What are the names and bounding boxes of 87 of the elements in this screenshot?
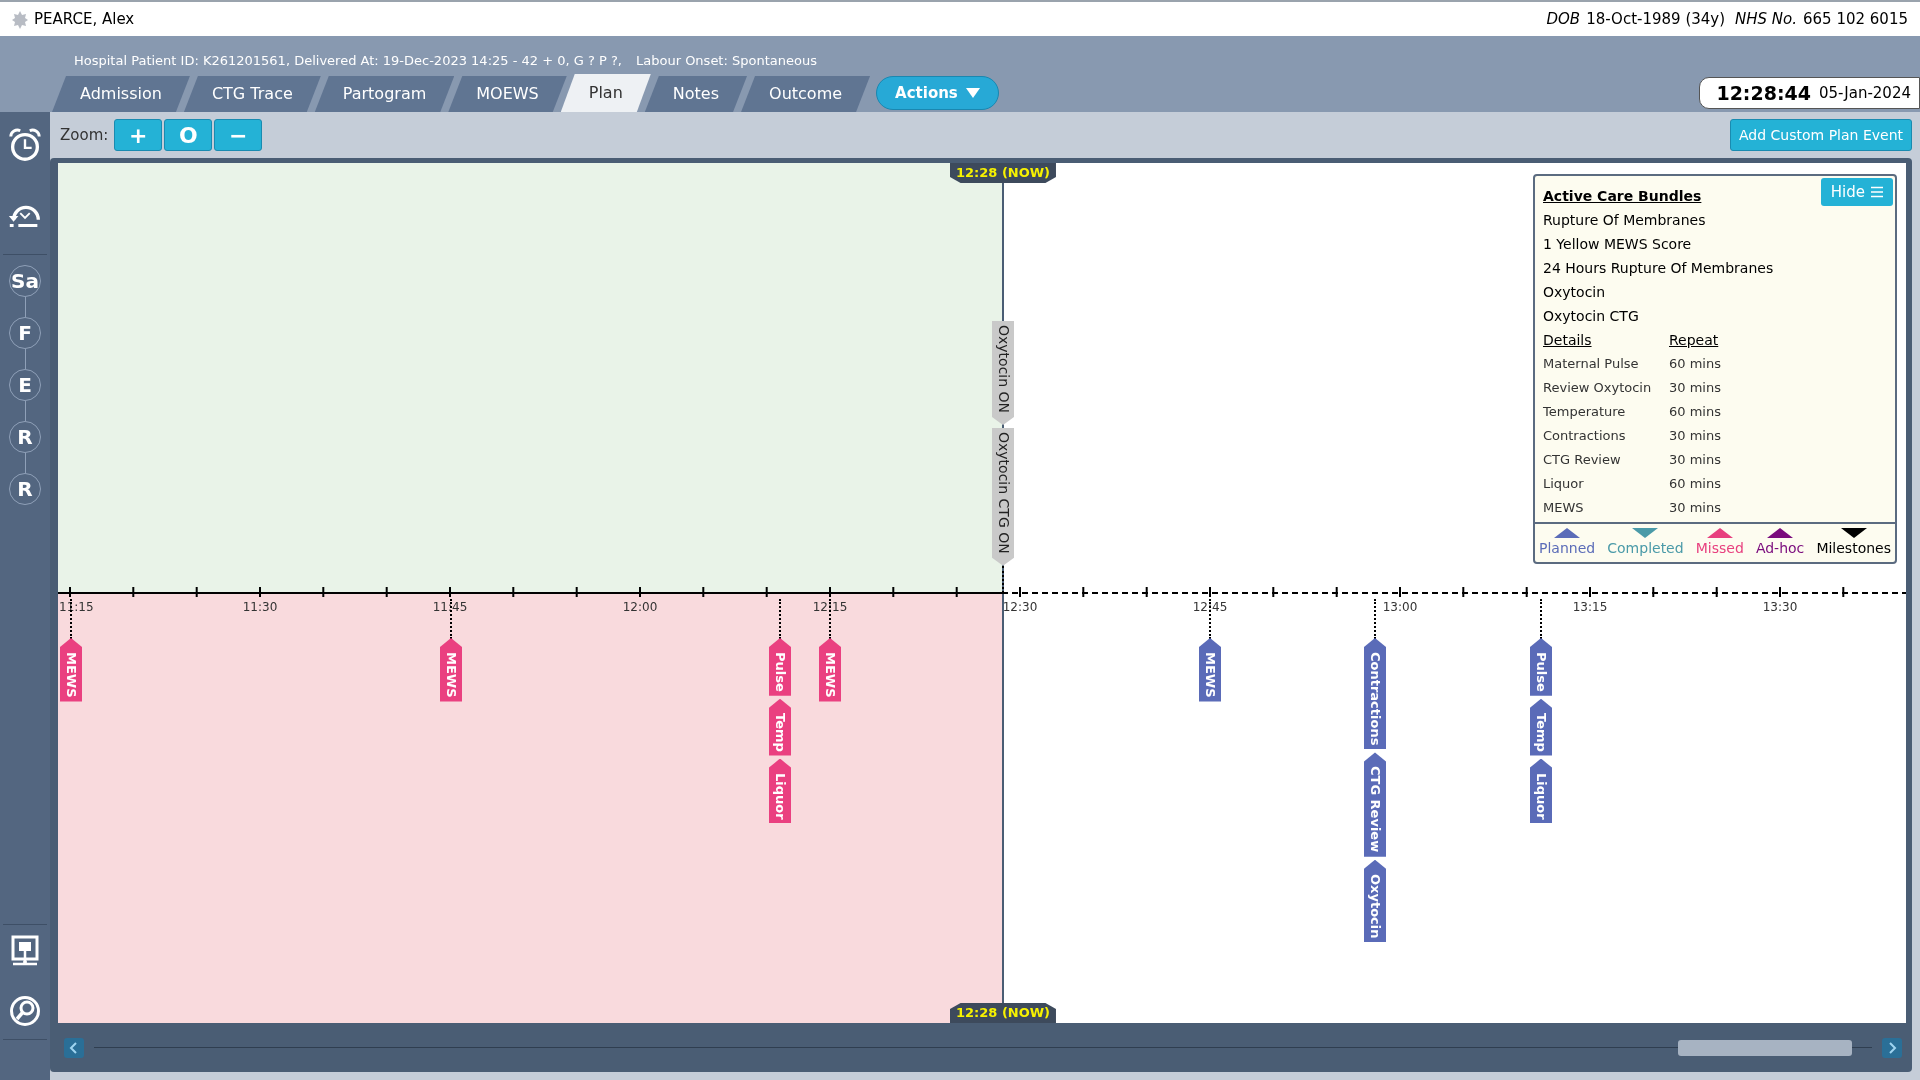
event-tag: MEWS xyxy=(1199,638,1221,702)
tick-label: 12:15 xyxy=(812,601,848,613)
hide-button[interactable]: Hide xyxy=(1820,178,1893,206)
actions-button[interactable]: Actions xyxy=(876,76,999,110)
repeat-interval: 60 mins xyxy=(1669,403,1721,421)
tab[interactable]: Plan xyxy=(560,74,651,112)
repeat-interval: 30 mins xyxy=(1669,379,1721,397)
panel-title: Active Care Bundles xyxy=(1543,187,1702,206)
caret-icon xyxy=(965,88,980,98)
milestone-tag: Oxytocin CTG ON xyxy=(992,428,1014,566)
scroll-track[interactable] xyxy=(94,1039,1872,1056)
event-tag: Liquor xyxy=(769,758,791,824)
dob-label: DOB xyxy=(1546,8,1581,30)
repeat-interval: 30 mins xyxy=(1669,451,1721,469)
column-header: Details xyxy=(1543,331,1593,350)
tab[interactable]: Admission xyxy=(52,76,190,112)
tab[interactable]: Outcome xyxy=(741,76,871,112)
event-tag: Oxytocin xyxy=(1364,859,1386,943)
now-label: 12:28 (NOW) xyxy=(949,163,1057,183)
tab[interactable]: MOEWS xyxy=(448,76,567,112)
legend-label: Completed xyxy=(1607,539,1684,558)
column-header: Repeat xyxy=(1669,331,1719,350)
tick-label: 12:30 xyxy=(1002,601,1038,613)
legend-label: Ad-hoc xyxy=(1755,539,1805,558)
tick-label: 11:45 xyxy=(432,601,468,613)
tab[interactable]: CTG Trace xyxy=(183,76,321,112)
zoom-label: Zoom: xyxy=(60,124,109,146)
repeat-interval: 60 mins xyxy=(1669,355,1721,373)
dob-value: 18-Oct-1989 (34y) xyxy=(1586,8,1726,30)
bundle-name: Oxytocin xyxy=(1543,283,1607,302)
event-tag: Pulse xyxy=(1530,638,1552,696)
zoom-button[interactable]: O xyxy=(164,119,213,151)
repeat-interval: 30 mins xyxy=(1669,427,1721,445)
repeat-interval: 30 mins xyxy=(1669,499,1721,517)
scroll-left-button[interactable] xyxy=(64,1037,84,1058)
event-tag: Liquor xyxy=(1530,758,1552,824)
bundle-name: Rupture Of Membranes xyxy=(1543,211,1707,230)
detail-name: Maternal Pulse xyxy=(1543,355,1640,373)
tick-label: 11:30 xyxy=(242,601,278,613)
scroll-thumb[interactable] xyxy=(1678,1039,1852,1056)
nhs-label: NHS No. xyxy=(1735,8,1797,30)
scroll-right-button[interactable] xyxy=(1882,1037,1902,1058)
patient-name: PEARCE, Alex xyxy=(34,8,135,30)
tick-label: 13:15 xyxy=(1572,601,1608,613)
detail-name: MEWS xyxy=(1543,499,1585,517)
legend-label: Planned xyxy=(1539,539,1596,558)
clock-time: 12:28:44 xyxy=(1716,80,1811,106)
zoom-button[interactable]: − xyxy=(214,119,263,151)
detail-name: Temperature xyxy=(1543,403,1627,421)
event-tag: CTG Review xyxy=(1364,752,1386,857)
event-tag: Temp xyxy=(1530,698,1552,756)
bundle-name: 1 Yellow MEWS Score xyxy=(1543,235,1693,254)
event-tag: Contractions xyxy=(1364,638,1386,750)
clock-date: 05-Jan-2024 xyxy=(1818,82,1911,104)
menu-icon xyxy=(1871,186,1883,198)
bundle-name: 24 Hours Rupture Of Membranes xyxy=(1543,259,1775,278)
repeat-interval: 60 mins xyxy=(1669,475,1721,493)
alarm-clock-icon[interactable] xyxy=(6,126,44,164)
tick-label: 12:00 xyxy=(622,601,658,613)
presentation-icon[interactable] xyxy=(10,935,40,967)
leader-line xyxy=(1002,566,1004,593)
zoom-button[interactable]: + xyxy=(114,119,163,151)
tick-label: 12:45 xyxy=(1192,601,1228,613)
detail-name: Review Oxytocin xyxy=(1543,379,1653,397)
detail-name: Liquor xyxy=(1543,475,1585,493)
legend-label: Missed xyxy=(1695,539,1744,558)
tick-label: 13:30 xyxy=(1762,601,1798,613)
tick-label: 13:00 xyxy=(1382,601,1418,613)
badge-icon xyxy=(10,9,30,29)
event-tag: MEWS xyxy=(819,638,841,702)
now-label: 12:28 (NOW) xyxy=(949,1003,1057,1023)
detail-name: Contractions xyxy=(1543,427,1627,445)
detail-name: CTG Review xyxy=(1543,451,1622,469)
event-tag: Pulse xyxy=(769,638,791,696)
tab[interactable]: Partogram xyxy=(314,76,455,112)
nhs-number: 665 102 6015 xyxy=(1803,8,1908,30)
search-icon[interactable] xyxy=(9,995,41,1027)
add-custom-plan-event-button[interactable]: Add Custom Plan Event xyxy=(1730,119,1912,151)
labour-onset-text: Labour Onset: Spontaneous xyxy=(636,51,817,70)
bundle-name: Oxytocin CTG xyxy=(1543,307,1640,326)
event-tag: MEWS xyxy=(60,638,82,702)
milestone-tag: Oxytocin ON xyxy=(992,321,1014,426)
event-tag: MEWS xyxy=(440,638,462,702)
patient-info-text: Hospital Patient ID: K261201561, Delivered At: 19-Dec-2023 14:25 - 42 + 0, G ? P ?, xyxy=(74,51,622,70)
tab[interactable]: Notes xyxy=(644,76,748,112)
event-tag: Temp xyxy=(769,698,791,756)
legend-label: Milestones xyxy=(1816,539,1891,558)
